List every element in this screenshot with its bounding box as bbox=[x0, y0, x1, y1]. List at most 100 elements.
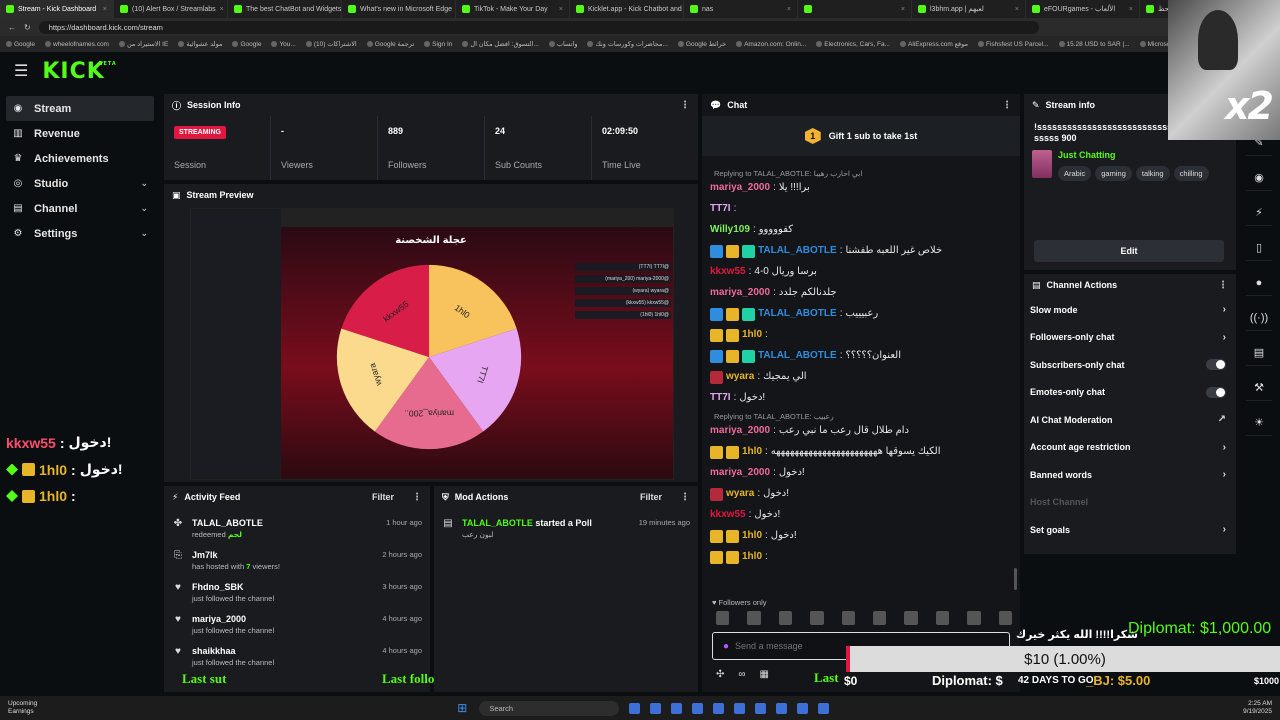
browser-tab[interactable]: What's new in Microsoft Edge× bbox=[342, 0, 456, 18]
chat-username[interactable]: TALAL_ABOTLE bbox=[758, 244, 837, 258]
browser-tab[interactable]: TikTok - Make Your Day × bbox=[456, 0, 570, 18]
sidebar-item-studio[interactable]: ◎ Studio ⌄ bbox=[6, 171, 154, 196]
chat-message[interactable]: mariya_2000: دام طلال قال رعب ما نبي رعب bbox=[710, 424, 1016, 438]
chat-username[interactable]: mariya_2000 bbox=[710, 466, 770, 480]
wrench-icon[interactable]: ⚒ bbox=[1246, 375, 1272, 401]
browser-tab[interactable]: eFOURgames - الألعاب × bbox=[1026, 0, 1140, 18]
category-name[interactable]: Just Chatting bbox=[1058, 150, 1209, 160]
app-icon[interactable] bbox=[755, 702, 767, 714]
chat-username[interactable]: 1hl0 bbox=[742, 529, 762, 543]
refresh-icon[interactable]: ↻ bbox=[24, 23, 31, 32]
bookmark-item[interactable]: الاستيراد من IE bbox=[119, 40, 168, 48]
emote[interactable] bbox=[935, 611, 950, 625]
reply-context[interactable]: Replying to TALAL_ABOTLE: ابي احارب رهيب… bbox=[714, 169, 1016, 178]
toggle-switch[interactable] bbox=[1206, 359, 1226, 371]
close-tab-icon[interactable]: × bbox=[1015, 6, 1019, 13]
chat-message[interactable]: TT7I: bbox=[710, 202, 1016, 216]
emote[interactable] bbox=[841, 611, 856, 625]
app-icon[interactable] bbox=[776, 702, 788, 714]
browser-tab[interactable]: (10) Alert Box / Streamlabs × bbox=[114, 0, 228, 18]
reply-context[interactable]: Replying to TALAL_ABOTLE: رعبيب bbox=[714, 412, 1016, 421]
chat-message[interactable]: Willy109: كفووووو bbox=[710, 223, 1016, 237]
browser-tab[interactable]: Kicklet.app - Kick Chatbot and× bbox=[570, 0, 684, 18]
bookmark-item[interactable]: 15.28 USD to SAR |... bbox=[1059, 41, 1130, 48]
chat-username[interactable]: TT7I bbox=[710, 391, 731, 405]
bookmark-item[interactable]: مولد عشوائية bbox=[178, 40, 222, 48]
browser-tab[interactable]: l3bhm.app | لعبهم × bbox=[912, 0, 1026, 18]
emote[interactable] bbox=[873, 611, 887, 625]
mod-filter-button[interactable]: Filter bbox=[640, 492, 662, 502]
chat-username[interactable]: Willy109 bbox=[710, 223, 750, 237]
bookmark-item[interactable]: Google bbox=[6, 41, 35, 48]
close-tab-icon[interactable]: × bbox=[787, 6, 791, 13]
more-options-icon[interactable]: ⋮ bbox=[1218, 280, 1228, 291]
taskbar-search[interactable]: Search bbox=[479, 700, 620, 716]
chat-username[interactable]: wyara bbox=[726, 370, 754, 384]
close-tab-icon[interactable]: × bbox=[220, 6, 224, 13]
bookmark-item[interactable]: Electronics, Cars, Fa... bbox=[816, 41, 890, 48]
chat-username[interactable]: mariya_2000 bbox=[710, 286, 770, 300]
chevron-down-icon[interactable]: ⌄ bbox=[140, 228, 148, 239]
chat-message[interactable]: TALAL_ABOTLE: العنوان؟؟؟؟؟ bbox=[710, 349, 1016, 363]
stream-tag[interactable]: chilling bbox=[1173, 166, 1209, 181]
app-icon[interactable] bbox=[713, 702, 725, 714]
chat-username[interactable]: mariya_2000 bbox=[710, 181, 770, 195]
emote[interactable] bbox=[747, 611, 761, 625]
chat-message[interactable]: TALAL_ABOTLE: خلاص غير اللعبه طفشنا bbox=[710, 244, 1016, 258]
chat-message[interactable]: wyara: الي يمجيك bbox=[710, 370, 1016, 384]
edit-stream-info-button[interactable]: Edit bbox=[1034, 240, 1224, 262]
chat-message[interactable]: 1hl0: دخول! bbox=[710, 529, 1016, 543]
emote[interactable] bbox=[716, 611, 730, 625]
channel-action-banned-words[interactable]: Banned words › bbox=[1024, 461, 1236, 489]
bookmark-item[interactable]: Fishsfest US Parcel... bbox=[978, 41, 1049, 48]
channel-action-followers-only-chat[interactable]: Followers-only chat › bbox=[1024, 324, 1236, 352]
chat-message[interactable]: 1hl0: الكيك يسوقها هههههههههههههههههههههه… bbox=[710, 445, 1016, 459]
bookmark-item[interactable]: Amazon.com: Onlin... bbox=[736, 41, 806, 48]
bookmark-item[interactable]: محاضرات وكورسات ونك... bbox=[587, 40, 667, 48]
activity-item[interactable]: ♥ mariya_2000 just followed the channel 4 h… bbox=[172, 614, 422, 636]
stream-tag[interactable]: Arabic bbox=[1058, 166, 1092, 181]
chat-username[interactable]: mariya_2000 bbox=[710, 424, 770, 438]
gift-sub-pin[interactable]: 1 Gift 1 sub to take 1st bbox=[702, 116, 1020, 156]
chat-message[interactable]: kkxw55: برسا وريال 0-4 bbox=[710, 265, 1016, 279]
chat-bubble-icon[interactable]: ● bbox=[1246, 270, 1272, 296]
bookmark-item[interactable]: Google ترجمة bbox=[367, 40, 414, 48]
bookmark-item[interactable]: Sign In bbox=[424, 41, 452, 48]
bookmark-item[interactable]: واتساب bbox=[549, 40, 578, 48]
camera-target-icon[interactable]: ◉ bbox=[1246, 165, 1272, 191]
bookmark-item[interactable]: التسوق: افضل مكان ال... bbox=[462, 40, 538, 48]
infinity-icon[interactable]: ∞ bbox=[738, 669, 745, 680]
chat-message[interactable]: TALAL_ABOTLE: رعبيييب bbox=[710, 307, 1016, 321]
channel-action-ai-chat-moderation[interactable]: AI Chat Moderation ↗ bbox=[1024, 406, 1236, 434]
chat-username[interactable]: kkxw55 bbox=[710, 265, 746, 279]
hamburger-menu-icon[interactable]: ☰ bbox=[14, 61, 28, 81]
channel-action-subscribers-only-chat[interactable]: Subscribers-only chat bbox=[1024, 351, 1236, 379]
more-options-icon[interactable]: ⋮ bbox=[1002, 100, 1012, 111]
chat-scrollbar[interactable] bbox=[1014, 568, 1017, 590]
browser-tab[interactable]: The best ChatBot and Widgets× bbox=[228, 0, 342, 18]
bookmark-item[interactable]: AliExpress.com موقع bbox=[900, 40, 968, 48]
chat-username[interactable]: kkxw55 bbox=[710, 508, 746, 522]
mod-action-item[interactable]: ▤ TALAL_ABOTLE started a Poll لبون رعب 1… bbox=[442, 518, 690, 540]
chat-username[interactable]: TALAL_ABOTLE bbox=[758, 349, 837, 363]
activity-item[interactable]: ♥ shaikkhaa just followed the channel 4 hou… bbox=[172, 646, 422, 668]
emote[interactable] bbox=[778, 611, 793, 625]
weather-widget[interactable]: Upcoming Earnings bbox=[8, 700, 37, 716]
activity-item[interactable]: ✤ TALAL_ABOTLE redeemed لحم 1 hour ago bbox=[172, 518, 422, 540]
ticket-icon[interactable]: ▤ bbox=[1246, 340, 1272, 366]
close-tab-icon[interactable]: × bbox=[901, 6, 905, 13]
sidebar-item-revenue[interactable]: ▥ Revenue bbox=[6, 121, 154, 146]
emote[interactable] bbox=[967, 611, 981, 625]
app-icon[interactable] bbox=[629, 702, 641, 714]
url-field[interactable]: https://dashboard.kick.com/stream bbox=[38, 20, 1039, 34]
back-icon[interactable]: ← bbox=[8, 23, 16, 32]
sidebar-item-channel[interactable]: ▤ Channel ⌄ bbox=[6, 196, 154, 221]
more-options-icon[interactable]: ⋮ bbox=[680, 100, 690, 111]
app-icon[interactable] bbox=[818, 702, 830, 714]
chat-username[interactable]: 1hl0 bbox=[742, 445, 762, 459]
sidebar-item-settings[interactable]: ⚙ Settings ⌄ bbox=[6, 221, 154, 246]
bookmark-item[interactable]: الاشتراكات (10) bbox=[306, 40, 357, 48]
app-icon[interactable] bbox=[650, 702, 662, 714]
chat-message[interactable]: wyara: دخول! bbox=[710, 487, 1016, 501]
chat-username[interactable]: wyara bbox=[726, 487, 754, 501]
